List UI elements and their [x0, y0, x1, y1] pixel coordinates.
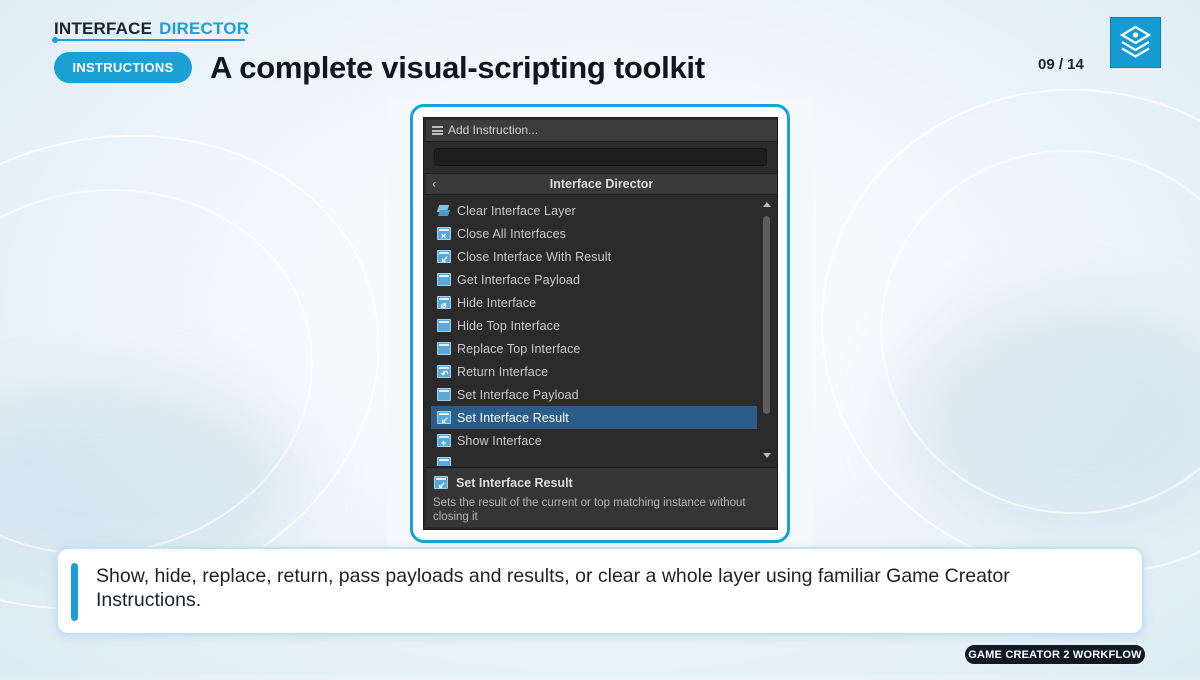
instruction-list: Clear Interface Layer × Close All Interf…: [431, 198, 759, 466]
window-show-icon: +: [437, 434, 451, 448]
scroll-down-arrow-icon[interactable]: [763, 453, 771, 458]
list-item-label: Show Interface: [457, 433, 542, 448]
footer-badge: GAME CREATOR 2 WORKFLOW: [963, 643, 1147, 666]
list-item-label: Clear Interface Layer: [457, 203, 576, 218]
list-item[interactable]: ↙ Close Interface With Result: [431, 245, 757, 268]
brand-word-interface: INTERFACE: [54, 19, 153, 38]
list-item[interactable]: + Show Interface: [431, 429, 757, 452]
caption-accent-bar: [71, 563, 78, 621]
list-item-label: Replace Top Interface: [457, 341, 581, 356]
list-item-label: Close Interface With Result: [457, 249, 612, 264]
brand-title: INTERFACE DIRECTOR: [54, 19, 249, 39]
description-panel: ↙ Set Interface Result Sets the result o…: [426, 467, 777, 527]
window-replace-icon: [437, 342, 451, 355]
list-item[interactable]: Replace Top Interface: [431, 337, 757, 360]
brand-underline-dot: [52, 37, 58, 43]
list-item[interactable]: × Close All Interfaces: [431, 222, 757, 245]
scroll-thumb[interactable]: [763, 216, 770, 414]
add-instruction-window: Add Instruction... ‹ Interface Director …: [423, 117, 778, 530]
window-result-icon: ↙: [437, 250, 451, 264]
window-icon: [437, 388, 451, 401]
brand-underline: [55, 39, 245, 41]
list-item[interactable]: ⌀ Hide Interface: [431, 291, 757, 314]
list-item-selected[interactable]: ↙ Set Interface Result: [431, 406, 757, 429]
list-item[interactable]: Clear Interface Layer: [431, 199, 757, 222]
description-text: Sets the result of the current or top ma…: [433, 497, 746, 523]
hamburger-icon[interactable]: [432, 126, 443, 135]
list-item-label: Hide Interface: [457, 295, 537, 310]
category-label: Interface Director: [549, 177, 654, 191]
window-titlebar: Add Instruction...: [426, 120, 777, 142]
window-result-icon: ↙: [437, 411, 451, 425]
slide-title: A complete visual-scripting toolkit: [210, 50, 705, 85]
caption-box: Show, hide, replace, return, pass payloa…: [56, 547, 1144, 635]
list-item-label: Set Interface Payload: [457, 387, 579, 402]
section-pill: INSTRUCTIONS: [54, 52, 192, 83]
list-item-partial[interactable]: [431, 452, 757, 466]
interface-director-logo-icon: [1110, 17, 1161, 68]
window-icon: [437, 457, 451, 466]
list-scrollbar[interactable]: [761, 198, 773, 466]
category-nav: ‹ Interface Director: [426, 173, 777, 195]
window-result-icon: ↙: [434, 476, 448, 490]
list-item-label: Get Interface Payload: [457, 272, 581, 287]
list-item-label: Set Interface Result: [457, 410, 569, 425]
scroll-up-arrow-icon[interactable]: [763, 202, 771, 207]
list-item-label: Close All Interfaces: [457, 226, 566, 241]
window-hide-icon: ⌀: [437, 296, 451, 310]
list-item-label: Return Interface: [457, 364, 549, 379]
list-item[interactable]: ↶ Return Interface: [431, 360, 757, 383]
list-item[interactable]: Get Interface Payload: [431, 268, 757, 291]
description-title: Set Interface Result: [456, 476, 573, 490]
window-title: Add Instruction...: [448, 123, 539, 137]
window-icon: [437, 273, 451, 286]
page-indicator: 09 / 14: [1038, 56, 1084, 73]
window-stack-hide-icon: [437, 319, 451, 332]
brand-word-director: DIRECTOR: [159, 19, 250, 38]
window-return-icon: ↶: [437, 365, 451, 379]
caption-text: Show, hide, replace, return, pass payloa…: [96, 565, 1010, 611]
search-input[interactable]: [434, 148, 767, 166]
window-close-all-icon: ×: [437, 227, 451, 241]
list-item[interactable]: Hide Top Interface: [431, 314, 757, 337]
list-item[interactable]: Set Interface Payload: [431, 383, 757, 406]
list-item-label: Hide Top Interface: [457, 318, 561, 333]
layers-icon: [437, 204, 451, 217]
